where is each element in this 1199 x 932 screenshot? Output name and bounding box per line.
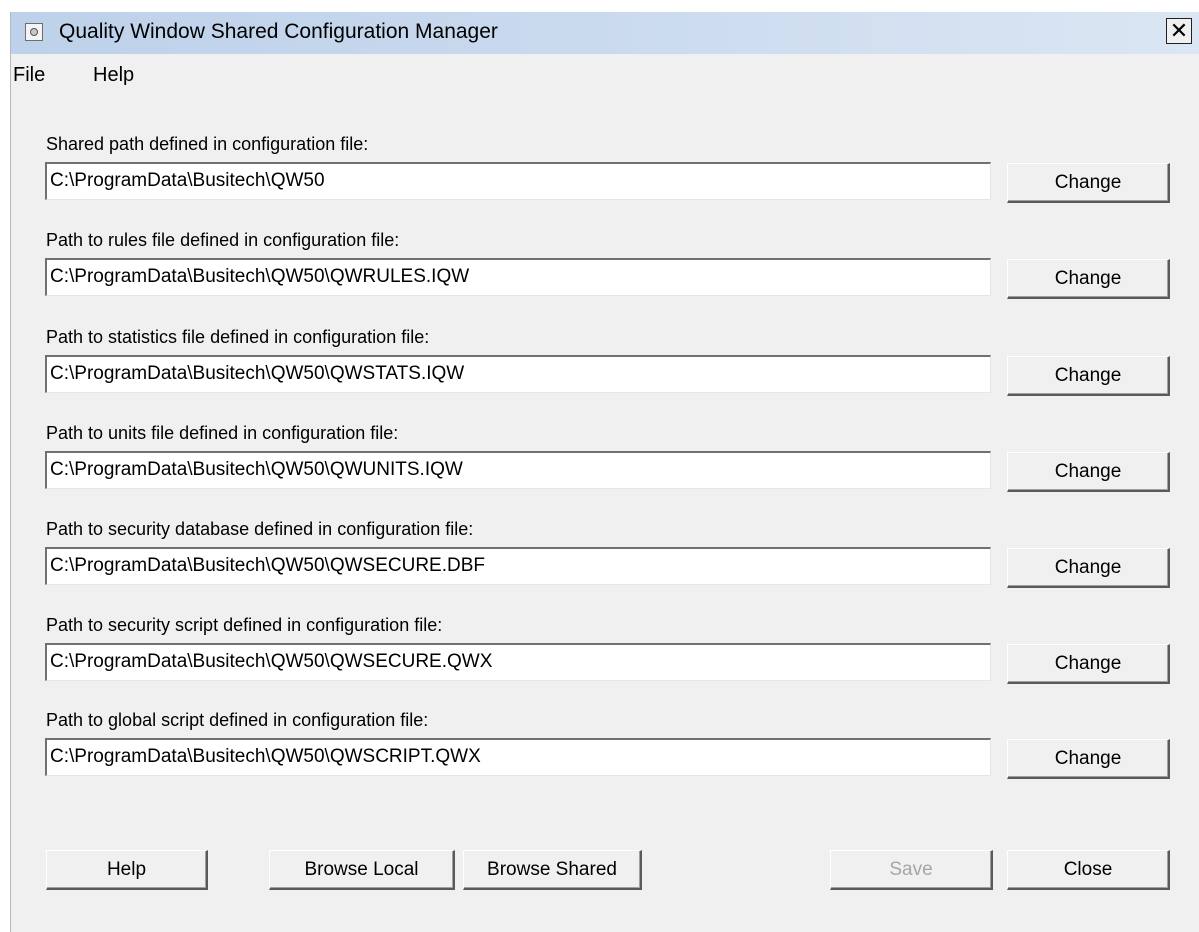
window-title: Quality Window Shared Configuration Mana… — [59, 20, 498, 43]
shared-path-input[interactable]: C:\ProgramData\Busitech\QW50 — [45, 162, 991, 200]
change-security-script-button[interactable]: Change — [1007, 644, 1170, 684]
change-security-database-button[interactable]: Change — [1007, 548, 1170, 588]
menu-file[interactable]: File — [13, 64, 45, 87]
security-database-label: Path to security database defined in con… — [46, 519, 474, 539]
statistics-file-label: Path to statistics file defined in confi… — [46, 327, 430, 347]
app-icon[interactable] — [25, 23, 43, 41]
global-script-input[interactable]: C:\ProgramData\Busitech\QW50\QWSCRIPT.QW… — [45, 738, 991, 776]
change-statistics-file-button[interactable]: Change — [1007, 356, 1170, 396]
units-file-input[interactable]: C:\ProgramData\Busitech\QW50\QWUNITS.IQW — [45, 451, 991, 489]
save-button[interactable]: Save — [830, 850, 993, 890]
change-shared-path-button[interactable]: Change — [1007, 163, 1170, 203]
change-rules-file-button[interactable]: Change — [1007, 259, 1170, 299]
statistics-file-input[interactable]: C:\ProgramData\Busitech\QW50\QWSTATS.IQW — [45, 355, 991, 393]
rules-file-label: Path to rules file defined in configurat… — [46, 230, 400, 250]
change-units-file-button[interactable]: Change — [1007, 452, 1170, 492]
security-database-input[interactable]: C:\ProgramData\Busitech\QW50\QWSECURE.DB… — [45, 547, 991, 585]
config-manager-window: Quality Window Shared Configuration Mana… — [10, 12, 1199, 932]
title-bar[interactable]: Quality Window Shared Configuration Mana… — [11, 12, 1199, 54]
help-button[interactable]: Help — [46, 850, 208, 890]
security-script-input[interactable]: C:\ProgramData\Busitech\QW50\QWSECURE.QW… — [45, 643, 991, 681]
browse-shared-button[interactable]: Browse Shared — [463, 850, 642, 890]
shared-path-label: Shared path defined in configuration fil… — [46, 134, 369, 154]
browse-local-button[interactable]: Browse Local — [269, 850, 455, 890]
security-script-label: Path to security script defined in confi… — [46, 615, 443, 635]
units-file-label: Path to units file defined in configurat… — [46, 423, 399, 443]
close-button[interactable]: Close — [1007, 850, 1170, 890]
change-global-script-button[interactable]: Change — [1007, 739, 1170, 779]
global-script-label: Path to global script defined in configu… — [46, 710, 429, 730]
menu-help[interactable]: Help — [93, 64, 134, 87]
close-icon[interactable]: ✕ — [1166, 18, 1192, 44]
rules-file-input[interactable]: C:\ProgramData\Busitech\QW50\QWRULES.IQW — [45, 258, 991, 296]
menu-bar: File Help — [11, 60, 411, 90]
